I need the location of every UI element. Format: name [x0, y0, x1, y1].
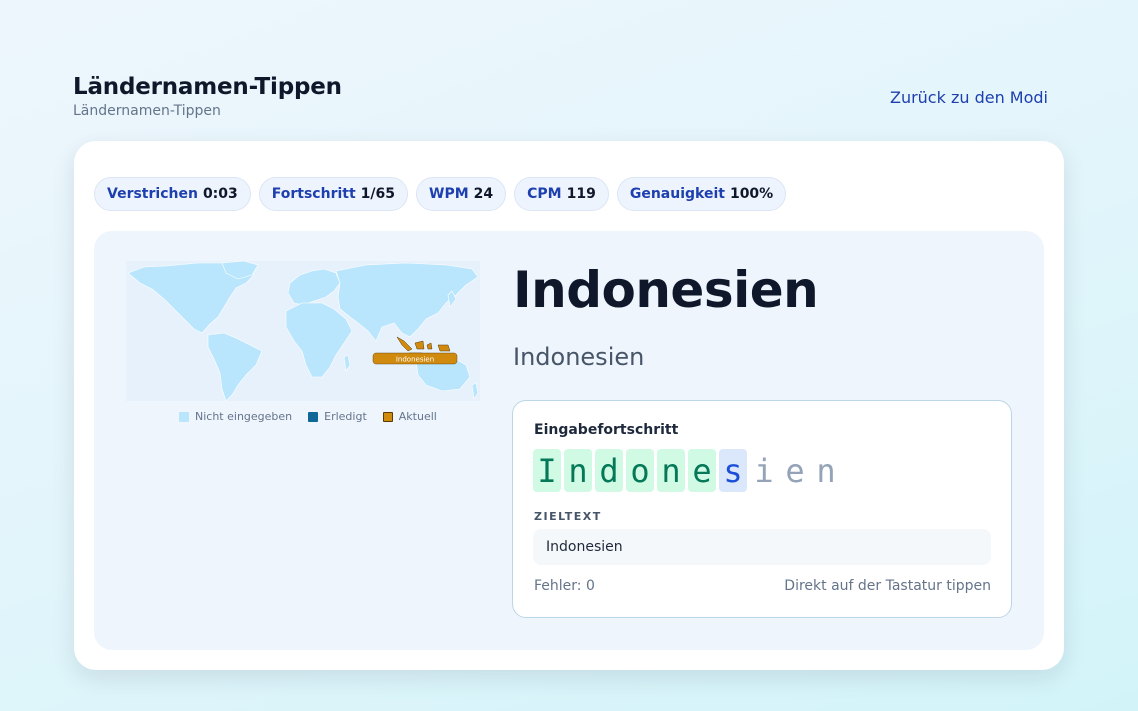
legend-swatch [179, 411, 189, 422]
back-to-modes-link[interactable]: Zurück zu den Modi [890, 88, 1048, 107]
stat-label: CPM [527, 186, 562, 202]
legend-not-entered: Nicht eingegeben [179, 410, 292, 423]
typing-progress-box[interactable]: Eingabefortschritt Indonesien ZIELTEXT I… [512, 400, 1012, 618]
map-country-label: Indonesien [396, 356, 434, 364]
world-map: Indonesien [126, 261, 480, 401]
stat-value: 119 [566, 186, 596, 202]
typing-hint: Direkt auf der Tastatur tippen [784, 578, 991, 594]
legend-label: Nicht eingegeben [195, 410, 293, 423]
stat-value: 0:03 [202, 186, 238, 202]
legend-swatch [308, 411, 319, 422]
stat-progress: Fortschritt 1/65 [258, 177, 409, 211]
stat-value: 24 [473, 186, 494, 202]
target-text: Indonesien [533, 529, 991, 565]
legend-done: Erledigt [308, 410, 367, 423]
stat-accuracy: Genauigkeit 100% [616, 177, 787, 211]
stat-value: 1/65 [360, 186, 396, 202]
typed-char: n [564, 449, 592, 492]
country-subtitle: Indonesien [513, 343, 645, 371]
stat-cpm: CPM 119 [514, 177, 609, 211]
pending-char: n [816, 451, 836, 490]
error-count: Fehler: 0 [534, 578, 595, 594]
game-card: Verstrichen 0:03 Fortschritt 1/65 WPM 24… [74, 141, 1064, 670]
world-map-svg: Indonesien [126, 261, 480, 401]
country-name: Indonesien [513, 261, 819, 319]
typed-char: I [533, 449, 561, 492]
game-panel: Indonesien Nicht eingegeben Erledigt Akt… [94, 231, 1044, 650]
typing-progress-label: Eingabefortschritt [534, 422, 679, 438]
current-char: s [719, 449, 747, 492]
stat-label: Genauigkeit [629, 186, 725, 202]
target-text-label: ZIELTEXT [534, 510, 602, 523]
typed-char: n [657, 449, 685, 492]
pending-char: e [785, 451, 805, 490]
typed-char: e [688, 449, 716, 492]
stat-elapsed: Verstrichen 0:03 [94, 177, 251, 211]
stat-wpm: WPM 24 [416, 177, 507, 211]
stat-value: 100% [729, 186, 774, 202]
typed-characters: Indonesien [533, 449, 840, 492]
map-legend: Nicht eingegeben Erledigt Aktuell [179, 410, 437, 423]
page-header: Ländernamen-Tippen Ländernamen-Tippen Zu… [73, 74, 1063, 126]
stat-label: WPM [429, 186, 469, 202]
stat-label: Fortschritt [271, 186, 356, 202]
legend-swatch [382, 411, 393, 422]
legend-label: Aktuell [398, 410, 437, 423]
typed-char: o [626, 449, 654, 492]
stat-label: Verstrichen [107, 186, 198, 202]
typed-char: d [595, 449, 623, 492]
pending-char: i [754, 451, 774, 490]
legend-current: Aktuell [382, 410, 437, 423]
stats-bar: Verstrichen 0:03 Fortschritt 1/65 WPM 24… [94, 177, 787, 211]
legend-label: Erledigt [324, 410, 367, 423]
